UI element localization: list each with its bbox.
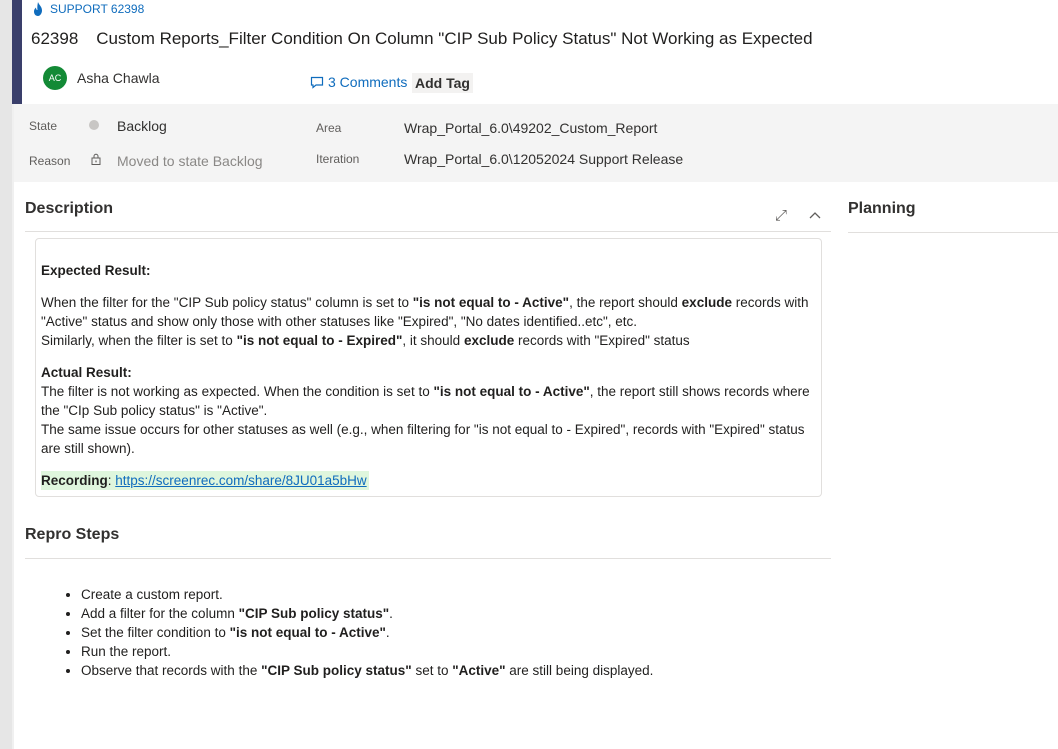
chevron-up-icon[interactable]: [806, 206, 824, 224]
lock-icon: [91, 153, 101, 165]
recording-link[interactable]: https://screenrec.com/share/8JU01a5bHw: [115, 473, 366, 488]
recording-label: Recording: [41, 473, 108, 488]
assignee-field[interactable]: AC Asha Chawla: [43, 66, 160, 90]
expand-icon[interactable]: ⤢: [772, 206, 790, 224]
repro-steps-heading: Repro Steps: [25, 526, 120, 543]
content-gutter: [12, 104, 14, 749]
iteration-value[interactable]: Wrap_Portal_6.0\12052024 Support Release: [404, 151, 683, 167]
list-item: Add a filter for the column "CIP Sub pol…: [81, 604, 653, 623]
list-item: Set the filter condition to "is not equa…: [81, 623, 653, 642]
fields-panel: [14, 104, 1058, 182]
actual-paragraph-2: The same issue occurs for other statuses…: [41, 422, 805, 456]
recording-line: Recording: https://screenrec.com/share/8…: [41, 471, 369, 490]
planning-heading: Planning: [848, 200, 916, 217]
type-color-bar: [12, 0, 22, 104]
actual-paragraph-1: The filter is not working as expected. W…: [41, 384, 810, 418]
expected-paragraph-2: Similarly, when the filter is set to "is…: [41, 333, 690, 348]
add-tag-button[interactable]: Add Tag: [412, 73, 473, 93]
work-item-type-label: SUPPORT 62398: [50, 2, 145, 16]
work-item-title[interactable]: 62398 Custom Reports_Filter Condition On …: [31, 29, 813, 49]
work-item-header: [22, 0, 1058, 104]
comments-link[interactable]: 3 Comments: [310, 74, 407, 90]
area-value[interactable]: Wrap_Portal_6.0\49202_Custom_Report: [404, 120, 657, 136]
avatar: AC: [43, 66, 67, 90]
description-heading: Description: [25, 200, 114, 217]
state-dot-icon: [89, 120, 99, 130]
area-label: Area: [316, 121, 342, 135]
work-item-title-text[interactable]: Custom Reports_Filter Condition On Colum…: [96, 29, 812, 48]
description-divider: [25, 231, 831, 232]
expected-paragraph-1: When the filter for the "CIP Sub policy …: [41, 295, 809, 329]
assignee-name: Asha Chawla: [77, 70, 160, 86]
repro-divider: [25, 558, 831, 559]
description-editor[interactable]: Expected Result: When the filter for the…: [35, 238, 822, 497]
iteration-label: Iteration: [316, 152, 360, 166]
actual-result-heading: Actual Result:: [41, 365, 132, 380]
repro-steps-list[interactable]: Create a custom report. Add a filter for…: [58, 585, 653, 680]
state-label: State: [29, 119, 58, 133]
reason-label: Reason: [29, 154, 71, 168]
list-item: Run the report.: [81, 642, 653, 661]
reason-value: Moved to state Backlog: [117, 153, 263, 169]
planning-divider: [848, 232, 1058, 233]
work-item-type[interactable]: SUPPORT 62398: [32, 2, 144, 16]
list-item: Observe that records with the "CIP Sub p…: [81, 661, 653, 680]
expected-result-heading: Expected Result:: [41, 263, 151, 278]
list-item: Create a custom report.: [81, 585, 653, 604]
left-gutter: [0, 0, 12, 749]
comments-label: 3 Comments: [328, 74, 408, 90]
flame-icon: [34, 2, 42, 16]
work-item-id: 62398: [31, 29, 79, 48]
comment-icon: [310, 76, 324, 89]
state-value[interactable]: Backlog: [117, 118, 167, 134]
